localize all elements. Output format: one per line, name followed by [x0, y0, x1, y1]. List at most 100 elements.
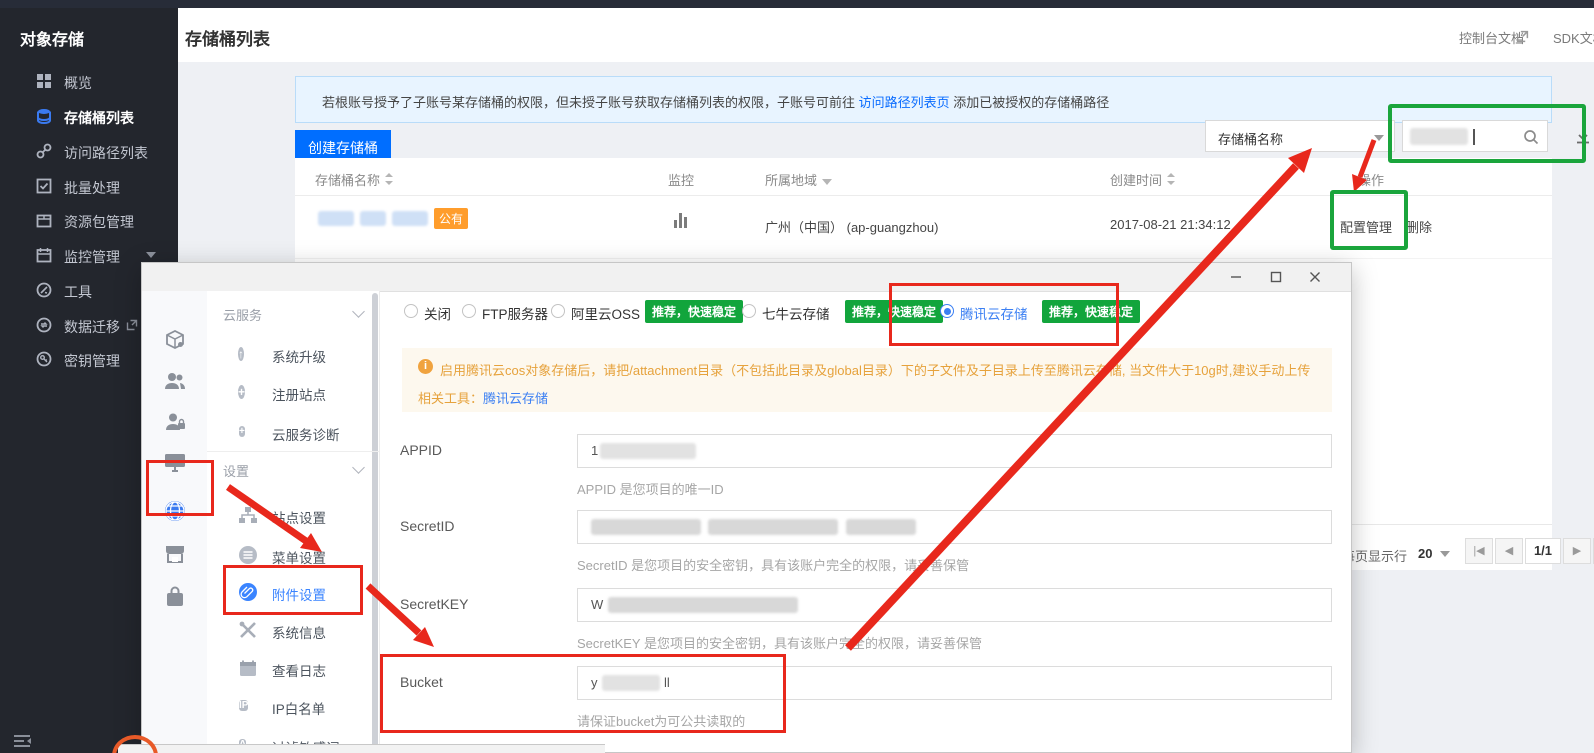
info-icon: i	[418, 359, 433, 374]
tools-circle-icon	[36, 282, 52, 298]
sort-icon[interactable]	[1167, 173, 1175, 185]
paperclip-icon	[238, 582, 258, 602]
sidebar-item-overview[interactable]: 概览	[0, 64, 178, 99]
page-title: 存储桶列表	[185, 25, 270, 50]
bucket-label: Bucket	[400, 674, 443, 690]
check-square-icon	[36, 178, 52, 194]
plus-circle-icon: +	[238, 382, 258, 402]
menu-item-label: 云服务诊断	[272, 424, 340, 444]
radio-tencent-cos-label[interactable]: 腾讯云存储	[960, 303, 1028, 323]
external-link-icon	[126, 319, 138, 331]
secretkey-input[interactable]: W	[577, 588, 1332, 622]
chevron-down-icon	[146, 252, 156, 258]
filter-icon[interactable]	[822, 179, 832, 185]
user-lock-icon[interactable]	[163, 410, 187, 434]
secretkey-value-prefix: W	[591, 597, 603, 612]
secretid-help: SecretID 是您项目的安全密钥，具有该账户完全的权限，请妥善保管	[577, 555, 969, 574]
text-cursor	[1473, 129, 1475, 145]
close-icon[interactable]	[1307, 269, 1323, 285]
menu-group-cloud-services[interactable]: 云服务	[223, 305, 262, 324]
col-header-region[interactable]: 所属地域	[765, 170, 832, 189]
col-label: 存储桶名称	[315, 173, 380, 188]
radio-tencent-cos[interactable]	[940, 304, 954, 318]
store-icon[interactable]	[163, 542, 187, 566]
maximize-icon[interactable]	[1268, 269, 1284, 285]
secretid-label: SecretID	[400, 518, 454, 534]
console-doc-link[interactable]: 控制台文档	[1459, 28, 1524, 47]
page-size-value[interactable]: 20	[1418, 546, 1432, 561]
secretid-input[interactable]	[577, 510, 1332, 544]
col-header-monitor: 监控	[668, 170, 694, 189]
redacted-bucket-name	[392, 211, 428, 226]
recommend-badge: 推荐，快速稳定	[845, 300, 943, 323]
globe-icon[interactable]	[163, 499, 187, 523]
menu-scrollbar[interactable]	[372, 293, 378, 748]
chevron-down-icon[interactable]	[1440, 551, 1450, 557]
bucket-help: 请保证bucket为可公共读取的	[577, 711, 745, 730]
recommend-badge: 推荐，快速稳定	[1042, 300, 1140, 323]
prev-page-button[interactable]: ◀	[1495, 538, 1523, 564]
tencent-cos-tool-link[interactable]: 腾讯云存储	[483, 391, 548, 406]
cloud-upgrade-icon: ↑	[238, 344, 258, 364]
bucket-value-suffix: ll	[664, 675, 670, 690]
monitor-chart-icon[interactable]	[673, 212, 689, 228]
secretkey-help: SecretKEY 是您项目的安全密钥，具有该账户完全的权限，请妥善保管	[577, 633, 982, 652]
radio-off[interactable]	[404, 304, 418, 318]
delete-link[interactable]: 删除	[1406, 217, 1432, 236]
col-header-created[interactable]: 创建时间	[1110, 170, 1175, 189]
appid-input[interactable]: 1	[577, 434, 1332, 468]
radio-off-label[interactable]: 关闭	[424, 303, 451, 323]
warning-tools: 相关工具：腾讯云存储	[418, 388, 548, 407]
notice-bar: 若根账号授予了子账号某存储桶的权限，但未授子账号获取存储桶列表的权限，子账号可前…	[295, 76, 1552, 123]
sort-icon[interactable]	[385, 173, 393, 185]
first-page-button[interactable]: |◀	[1465, 538, 1493, 564]
diagnosis-kit-icon: +	[238, 422, 258, 442]
minimize-icon[interactable]	[1228, 269, 1244, 285]
menu-group-settings[interactable]: 设置	[223, 461, 249, 480]
appid-value-prefix: 1	[591, 443, 598, 458]
col-label: 所属地域	[765, 173, 817, 188]
users-icon[interactable]	[163, 369, 187, 393]
sidebar-item-bucket-list[interactable]: 存储桶列表	[0, 99, 178, 134]
grid-icon	[36, 73, 52, 89]
tools-cross-icon	[238, 620, 258, 640]
bucket-input[interactable]: y ll	[577, 666, 1332, 700]
sidebar-item-batch-process[interactable]: 批量处理	[0, 169, 178, 204]
appid-help: APPID 是您项目的唯一ID	[577, 479, 724, 498]
notice-text-before: 若根账号授予了子账号某存储桶的权限，但未授子账号获取存储桶列表的权限，子账号可前…	[322, 95, 859, 110]
col-header-bucket-name[interactable]: 存储桶名称	[315, 170, 393, 189]
secretkey-label: SecretKEY	[400, 596, 468, 612]
menu-item-label: IP白名单	[272, 698, 325, 718]
redacted-secretid	[591, 519, 701, 535]
sidebar-item-resource-pack[interactable]: 资源包管理	[0, 203, 178, 238]
menu-item-label: 附件设置	[272, 584, 326, 604]
sidebar-collapse-icon[interactable]	[12, 733, 32, 749]
filter-type-select[interactable]: 存储桶名称	[1205, 120, 1395, 152]
dialog-icon-strip	[142, 291, 208, 752]
sdk-doc-label: SDK文档	[1553, 31, 1594, 46]
appid-label: APPID	[400, 442, 442, 458]
next-page-button[interactable]: ▶	[1563, 538, 1591, 564]
sdk-doc-link[interactable]: SDK文档	[1553, 28, 1594, 47]
radio-aliyun-oss[interactable]	[551, 304, 565, 318]
radio-ftp[interactable]	[462, 304, 476, 318]
radio-qiniu-label[interactable]: 七牛云存储	[762, 303, 830, 323]
sidebar-item-label: 批量处理	[64, 178, 120, 198]
monitor-icon[interactable]	[163, 450, 187, 474]
sidebar-item-label: 概览	[64, 73, 92, 93]
radio-aliyun-oss-label[interactable]: 阿里云OSS	[571, 303, 640, 323]
package-gear-icon[interactable]	[163, 327, 187, 351]
browser-top-strip	[0, 0, 1594, 8]
search-icon[interactable]	[1523, 129, 1539, 145]
radio-qiniu[interactable]	[742, 304, 756, 318]
download-icon[interactable]	[1574, 127, 1592, 145]
bucket-search-input[interactable]	[1402, 120, 1548, 152]
bucket-value-prefix: y	[591, 675, 598, 690]
access-path-page-link[interactable]: 访问路径列表页	[859, 95, 950, 110]
sidebar-item-access-path-list[interactable]: 访问路径列表	[0, 134, 178, 169]
notice-text: 若根账号授予了子账号某存储桶的权限，但未授子账号获取存储桶列表的权限，子账号可前…	[322, 92, 1109, 111]
config-manage-link[interactable]: 配置管理	[1340, 217, 1392, 236]
bag-icon[interactable]	[163, 585, 187, 609]
radio-ftp-label[interactable]: FTP服务器	[482, 303, 548, 323]
bucket-icon	[36, 108, 52, 124]
